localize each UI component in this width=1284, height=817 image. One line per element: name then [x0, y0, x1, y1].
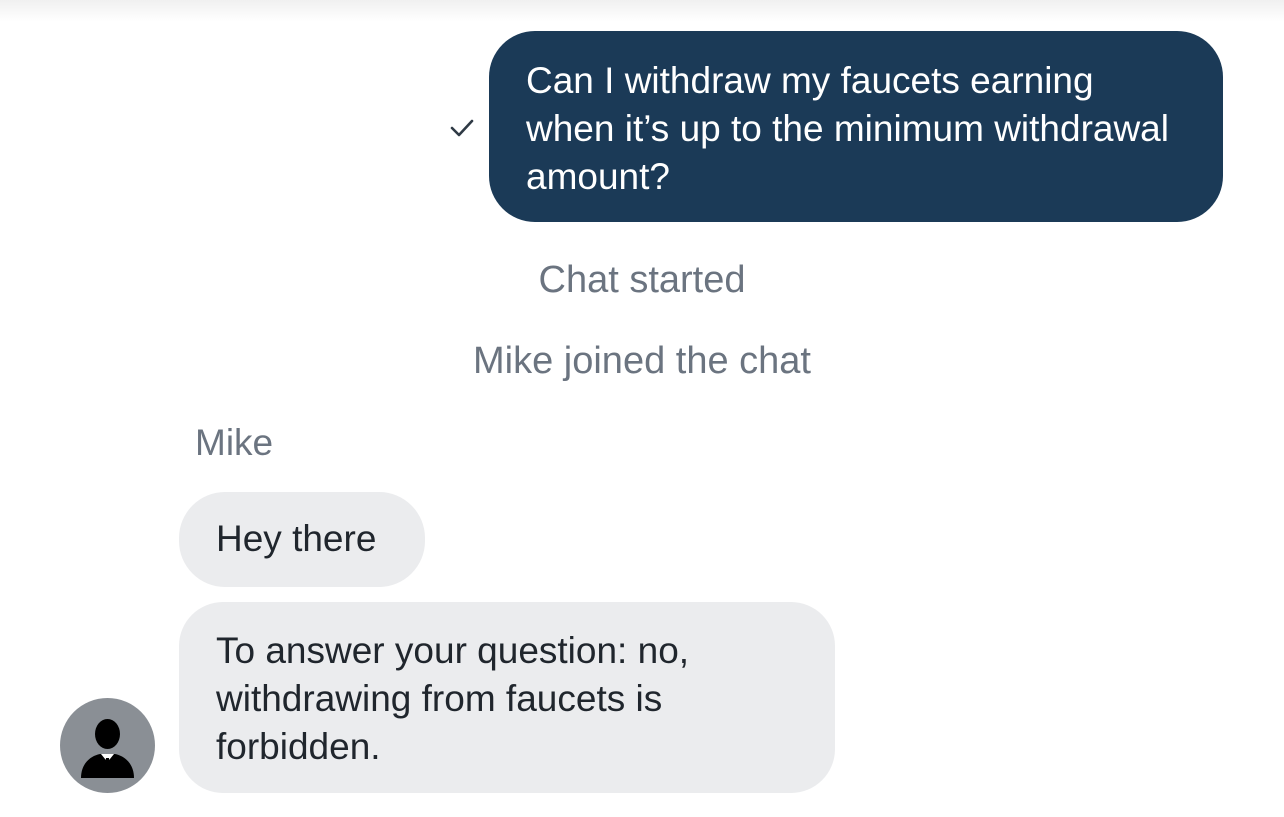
chat-transcript: Can I withdraw my faucets earning when i…: [0, 0, 1284, 817]
checkmark-icon: [449, 115, 475, 141]
agent-name-label: Mike: [195, 422, 274, 463]
person-silhouette-icon: [81, 719, 134, 778]
incoming-message-bubble: Hey there: [179, 492, 425, 587]
agent-joined-notice: Mike joined the chat: [473, 340, 811, 382]
agent-avatar: [60, 698, 155, 793]
incoming-message-bubble: To answer your question: no, withdrawing…: [179, 602, 835, 793]
chat-started-notice: Chat started: [538, 259, 746, 301]
outgoing-message-bubble: Can I withdraw my faucets earning when i…: [489, 31, 1223, 222]
